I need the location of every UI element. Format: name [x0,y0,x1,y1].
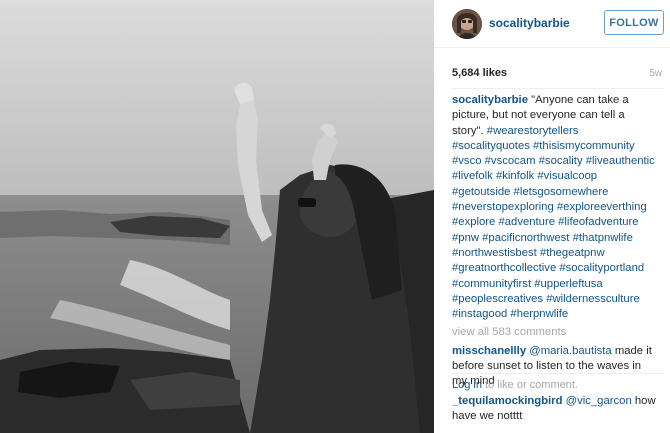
view-all-comments-link[interactable]: view all 583 comments [452,325,664,340]
hashtag-line[interactable]: #peoplescreatives #wildernessculture [452,292,664,307]
hashtag-line[interactable]: #instagood #herpnwlife [452,307,664,322]
post-username[interactable]: socalitybarbie [489,16,570,30]
hashtag-line[interactable]: #northwestisbest #thegeatpnw [452,246,664,261]
post-age[interactable]: 5w [649,68,662,79]
like-count[interactable]: 5,684 likes [452,67,507,79]
post-photo-graphic [0,0,434,433]
caption-text: picture, but not everyone can tell a [452,109,625,122]
caption-line: story". #wearestorytellers [452,124,664,139]
login-prompt-text: to like or comment. [485,379,578,391]
comment-text: how [634,394,656,407]
hashtag-line[interactable]: #socalityquotes #thisismycommunity [452,139,664,154]
hashtag-line[interactable]: #getoutside #letsgosomewhere [452,185,664,200]
comment-username[interactable]: misschanellly [452,345,526,357]
hashtag-line[interactable]: #vsco #vscocam #socality #liveauthentic [452,154,664,169]
hashtag-line[interactable]: #pnw #pacificnorthwest #thatpnwlife [452,231,664,246]
comment-text: have we notttt [452,409,523,422]
post-sidebar: socalitybarbie FOLLOW 5,684 likes 5w soc… [434,0,670,433]
comment-mention[interactable]: @vic_garcon [566,395,632,407]
comment-list: socalitybarbie "Anyone can take a pictur… [452,93,664,428]
caption-text: story". [452,124,484,137]
hashtag-line[interactable]: #communityfirst #upperleftusa [452,277,664,292]
comment-item: _tequilamockingbird @vic_garcon how have… [452,394,664,425]
comment-mention[interactable]: @maria.bautista [529,345,611,357]
login-link[interactable]: Log in [452,379,482,391]
hashtag-line[interactable]: #explore #adventure #lifeofadventure [452,215,664,230]
divider [452,373,664,374]
caption-text: "Anyone can take a [531,94,629,106]
divider [452,88,664,89]
hashtag-line[interactable]: #greatnorthcollective #socalityportland [452,261,664,276]
login-prompt: Log in to like or comment. [452,379,578,391]
hashtag-line[interactable]: #livefolk #kinfolk #visualcoop [452,169,664,184]
follow-button[interactable]: FOLLOW [604,10,664,35]
hashtag-line[interactable]: #neverstopexploring #exploreeverthing [452,200,664,215]
caption-username[interactable]: socalitybarbie [452,94,528,106]
comment-username[interactable]: _tequilamockingbird [452,395,562,407]
post-photo[interactable] [0,0,434,433]
post-header: socalitybarbie FOLLOW [434,0,670,48]
avatar-image [452,9,482,39]
comment-text: made it [614,344,652,357]
avatar[interactable] [452,9,482,39]
caption-line: socalitybarbie "Anyone can take a [452,93,664,108]
hashtag[interactable]: #wearestorytellers [487,125,579,137]
